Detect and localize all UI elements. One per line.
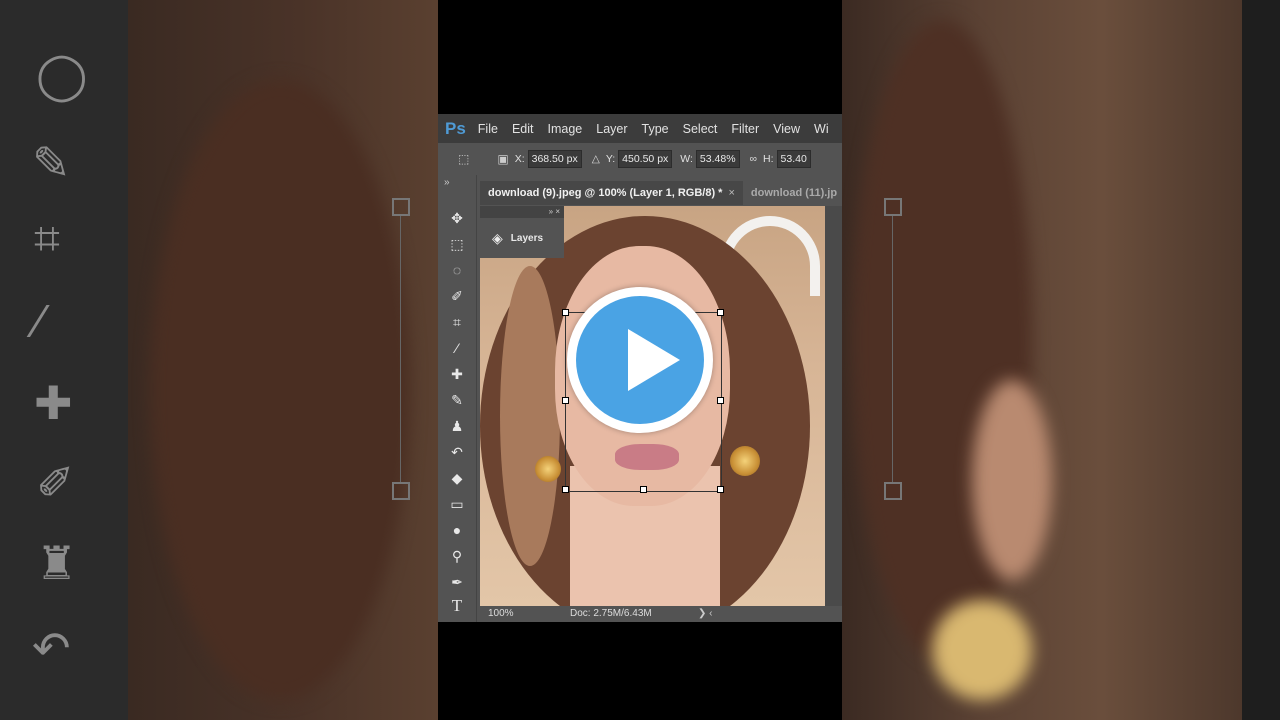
right-panel-strip [825,206,842,606]
menu-filter[interactable]: Filter [731,122,759,136]
blur-icon[interactable]: ● [446,519,468,541]
background-handle [392,198,410,216]
w-label: W: [680,153,693,165]
stamp-icon[interactable]: ♟ [446,415,468,437]
hair-highlight [500,266,560,566]
pen-icon[interactable]: ✒ [446,571,468,593]
doc-size: Doc: 2.75M/6.43M [570,608,652,619]
menu-edit[interactable]: Edit [512,122,534,136]
menu-view[interactable]: View [773,122,800,136]
background-crop-icon: ⌗ [34,212,60,264]
menu-window[interactable]: Wi [814,122,829,136]
move-icon[interactable]: ✥ [446,207,468,229]
play-button[interactable] [567,287,713,433]
transform-handle[interactable] [562,309,569,316]
layers-panel: » × ◈ Layers [480,206,564,258]
reference-point-icon[interactable]: ▣ [497,152,508,166]
background-healing-icon: ✚ [34,377,73,429]
y-field[interactable]: 450.50 px [618,150,673,168]
menu-file[interactable]: File [478,122,498,136]
menu-select[interactable]: Select [683,122,718,136]
status-bar: 100% Doc: 2.75M/6.43M ❯ ‹ [480,606,842,622]
eraser-icon[interactable]: ◆ [446,467,468,489]
layers-button[interactable]: ◈ Layers [480,218,564,258]
transform-handle[interactable] [562,397,569,404]
y-label: Y: [605,153,616,165]
lasso-icon[interactable]: ◌ [446,259,468,281]
background-history-icon: ↶ [32,622,71,674]
background-right-blur [842,0,1280,720]
background-hair-blur [150,80,410,700]
x-label: X: [514,153,525,165]
transform-tool-icon[interactable]: ⬚ [458,152,469,166]
earring-right [730,446,760,476]
zoom-level[interactable]: 100% [488,606,514,622]
healing-icon[interactable]: ✚ [446,363,468,385]
menu-bar: Ps File Edit Image Layer Type Select Fil… [438,114,842,143]
delta-icon[interactable]: △ [592,153,600,165]
background-handle [392,482,410,500]
history-brush-icon[interactable]: ↶ [446,441,468,463]
photoshop-logo: Ps [445,118,466,138]
menu-layer[interactable]: Layer [596,122,627,136]
link-icon[interactable]: ∞ [750,153,758,165]
background-earring-blur [932,600,1032,700]
play-circle [576,296,704,424]
background-guide-line [892,216,893,482]
tab-label: download (9).jpeg @ 100% (Layer 1, RGB/8… [488,187,723,199]
type-icon[interactable]: T [446,595,468,617]
crop-icon[interactable]: ⌗ [446,311,468,333]
gradient-icon[interactable]: ▭ [446,493,468,515]
menu-type[interactable]: Type [642,122,669,136]
background-paint-icon: ✐ [36,457,75,509]
h-label: H: [763,153,774,165]
menu-image[interactable]: Image [548,122,583,136]
background-brush-icon: ✎ [32,137,71,189]
tab-label: download (11).jp [750,187,838,199]
layers-icon: ◈ [492,229,503,246]
tab-download-11[interactable]: download (11).jp [743,181,842,205]
dodge-icon[interactable]: ⚲ [446,545,468,567]
eyedropper-icon[interactable]: ⁄ [446,337,468,359]
background-stamp-icon: ♜ [36,537,78,589]
w-field[interactable]: 53.48% [695,150,740,168]
background-eyedropper-icon: ⁄ [36,295,44,347]
background-ear-blur [972,380,1052,580]
background-handle [884,198,902,216]
toolbar-collapse-icon[interactable]: » [444,177,450,188]
background-lasso-icon: ◯ [36,49,88,101]
options-bar: ⬚ ▣ X: 368.50 px △ Y: 450.50 px W: 53.48… [438,143,842,175]
tools-panel: » ✥ ⬚ ◌ ✐ ⌗ ⁄ ✚ ✎ ♟ ↶ ◆ ▭ ● ⚲ ✒ T [438,175,477,622]
transform-handle[interactable] [562,486,569,493]
x-field[interactable]: 368.50 px [527,150,582,168]
background-guide-line [400,216,401,482]
play-icon [628,329,680,391]
transform-handle[interactable] [717,486,724,493]
earring-left [535,456,561,482]
background-toolbar-blur [0,0,128,720]
tab-close-icon[interactable]: × [728,187,734,199]
background-left-blur: ◯ ✎ ⌗ ⁄ ✚ ✐ ♜ ↶ [0,0,438,720]
transform-handle[interactable] [717,309,724,316]
background-handle [884,482,902,500]
h-field[interactable]: 53.40 [776,150,811,168]
brush-icon[interactable]: ✎ [446,389,468,411]
layers-panel-header[interactable]: » × [480,206,564,218]
marquee-icon[interactable]: ⬚ [446,233,468,255]
transform-handle[interactable] [717,397,724,404]
status-arrows[interactable]: ❯ ‹ [698,606,713,622]
layers-label: Layers [510,232,544,244]
quick-select-icon[interactable]: ✐ [446,285,468,307]
document-tabs: download (9).jpeg @ 100% (Layer 1, RGB/8… [480,180,842,205]
transform-handle[interactable] [640,486,647,493]
tab-download-9[interactable]: download (9).jpeg @ 100% (Layer 1, RGB/8… [480,181,743,205]
